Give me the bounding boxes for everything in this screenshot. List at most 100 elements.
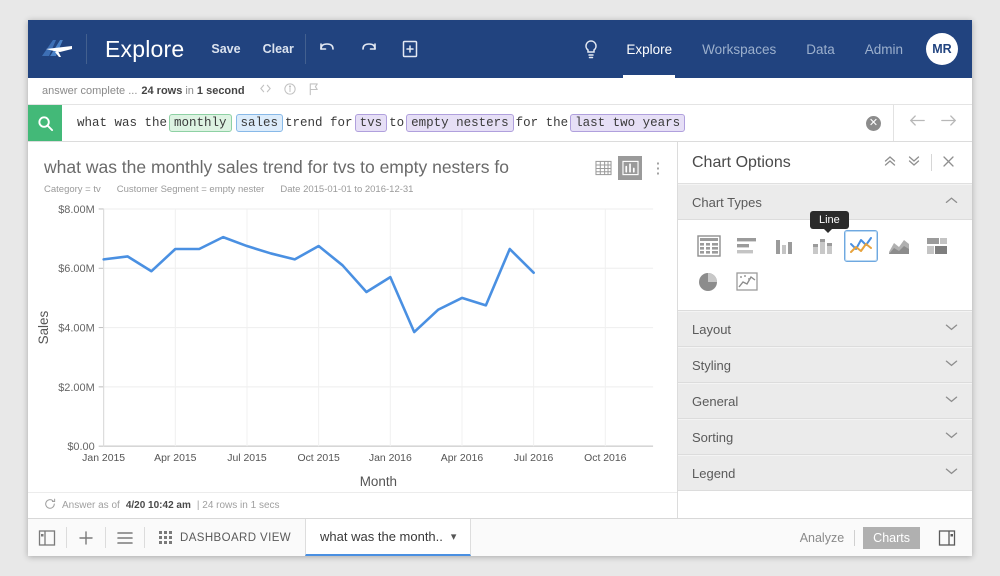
accordion-legend[interactable]: Legend (678, 455, 972, 491)
status-middle: in (185, 85, 194, 97)
svg-text:$6.00M: $6.00M (58, 263, 94, 275)
accordion-label-general: General (692, 393, 739, 409)
tab-active-answer[interactable]: what was the month.. ▾ (305, 519, 472, 556)
horizontal-bar-chart-icon[interactable] (730, 230, 764, 262)
accordion-styling[interactable]: Styling (678, 347, 972, 383)
svg-text:Apr 2015: Apr 2015 (154, 453, 197, 464)
line-chart-icon[interactable] (844, 230, 878, 262)
footer-timestamp: 4/20 10:42 am (125, 500, 191, 511)
answer-status-strip: answer complete ... 24 rows in 1 second (28, 78, 972, 104)
accordion-label-sorting: Sorting (692, 429, 734, 445)
table-chart-icon[interactable] (692, 230, 726, 262)
svg-text:Apr 2016: Apr 2016 (441, 453, 484, 464)
chevron-up-icon (945, 196, 958, 208)
airplane-logo-icon[interactable] (28, 37, 86, 61)
undo-icon[interactable] (306, 40, 348, 58)
svg-text:$0.00: $0.00 (67, 441, 94, 453)
filter-chip-segment: Customer Segment = empty nester (116, 184, 265, 195)
svg-text:Jan 2016: Jan 2016 (369, 453, 412, 464)
search-bar: what was the monthly sales trend for tvs… (28, 104, 972, 142)
new-answer-icon[interactable] (390, 39, 430, 59)
dashboard-view-button[interactable]: DASHBOARD VIEW (145, 519, 305, 556)
svg-text:$4.00M: $4.00M (58, 323, 94, 335)
query-text: to (389, 116, 405, 130)
stacked-column-chart-icon[interactable] (806, 230, 840, 262)
accordion-general[interactable]: General (678, 383, 972, 419)
column-chart-icon[interactable] (768, 230, 802, 262)
expand-all-icon[interactable] (902, 154, 926, 171)
clear-button[interactable]: Clear (252, 42, 305, 56)
search-icon[interactable] (28, 105, 62, 141)
code-icon[interactable] (259, 83, 272, 99)
chevron-down-icon (945, 395, 958, 407)
refresh-icon[interactable] (44, 498, 56, 513)
close-icon[interactable] (937, 155, 960, 171)
arrow-right-icon[interactable] (940, 114, 958, 132)
avatar[interactable]: MR (926, 33, 958, 65)
filter-chips: Category = tv Customer Segment = empty n… (28, 180, 677, 195)
lightbulb-icon[interactable] (571, 38, 611, 60)
application-window: Explore Save Clear Explore Workspaces Da… (28, 20, 972, 556)
save-button[interactable]: Save (200, 42, 251, 56)
svg-text:Oct 2016: Oct 2016 (584, 453, 627, 464)
pie-chart-icon[interactable] (692, 266, 726, 298)
grid-dots-icon (159, 531, 172, 544)
chevron-down-icon (945, 359, 958, 371)
accordion-label-styling: Styling (692, 357, 732, 373)
info-icon[interactable] (283, 83, 296, 99)
search-input[interactable]: what was the monthly sales trend for tvs… (62, 105, 866, 141)
query-token-purp[interactable]: last two years (570, 114, 686, 132)
query-token-purp[interactable]: empty nesters (406, 114, 514, 132)
line-chart[interactable]: $0.00 $2.00M $4.00M $6.00M $8.00M Jan 2015 Apr… (28, 195, 677, 492)
table-view-icon[interactable] (591, 156, 615, 180)
clear-search-button[interactable]: ✕ (866, 115, 881, 131)
treemap-chart-icon[interactable] (920, 230, 954, 262)
svg-text:Jul 2016: Jul 2016 (514, 453, 554, 464)
svg-text:Month: Month (360, 474, 397, 489)
visualization-pane: what was the monthly sales trend for tvs… (28, 142, 678, 518)
chart-options-title: Chart Options (692, 153, 791, 171)
area-chart-icon[interactable] (882, 230, 916, 262)
accordion-sorting[interactable]: Sorting (678, 419, 972, 455)
more-options-icon[interactable]: ⋮ (649, 159, 667, 177)
accordion-chart-types[interactable]: Chart Types Line (678, 184, 972, 233)
toggle-right-panel-icon[interactable] (928, 529, 966, 547)
accordion-layout[interactable]: Layout (678, 311, 972, 347)
add-tab-icon[interactable] (67, 519, 105, 556)
search-history-nav (893, 105, 972, 141)
toggle-left-panel-icon[interactable] (28, 519, 66, 556)
status-row-count: 24 rows (141, 85, 183, 97)
nav-item-workspaces[interactable]: Workspaces (687, 20, 791, 78)
tab-label: what was the month.. (320, 529, 443, 544)
bottom-toolbar: DASHBOARD VIEW what was the month.. ▾ An… (28, 518, 972, 556)
arrow-left-icon[interactable] (908, 114, 926, 132)
analyze-button[interactable]: Analyze (790, 531, 854, 545)
footer-prefix: Answer as of (62, 500, 120, 511)
main-nav-items: Explore Workspaces Data Admin MR (571, 20, 972, 78)
redo-icon[interactable] (348, 40, 390, 58)
collapse-all-icon[interactable] (878, 154, 902, 171)
footer-suffix: | 24 rows in 1 secs (196, 500, 280, 511)
query-token-purp[interactable]: tvs (354, 114, 388, 132)
scatter-chart-icon[interactable] (730, 266, 764, 298)
svg-text:Sales: Sales (36, 310, 51, 344)
status-prefix: answer complete ... (42, 85, 138, 97)
accordion-label-layout: Layout (692, 321, 732, 337)
query-token-green[interactable]: monthly (169, 114, 232, 132)
nav-item-admin[interactable]: Admin (850, 20, 918, 78)
charts-button[interactable]: Charts (863, 526, 920, 549)
query-text: trend for (285, 116, 353, 130)
chevron-down-icon (945, 431, 958, 443)
list-view-icon[interactable] (106, 519, 144, 556)
query-text: what was the (77, 116, 168, 130)
filter-chip-category: Category = tv (44, 184, 101, 195)
brand-title: Explore (105, 35, 185, 62)
chart-view-icon[interactable] (618, 156, 642, 180)
query-token-blue[interactable]: sales (235, 114, 284, 132)
nav-item-explore[interactable]: Explore (611, 20, 687, 78)
chevron-down-icon[interactable]: ▾ (451, 530, 457, 543)
chevron-down-icon (945, 323, 958, 335)
flag-icon[interactable] (308, 83, 320, 99)
nav-item-data[interactable]: Data (791, 20, 850, 78)
dashboard-view-label: DASHBOARD VIEW (180, 531, 292, 544)
